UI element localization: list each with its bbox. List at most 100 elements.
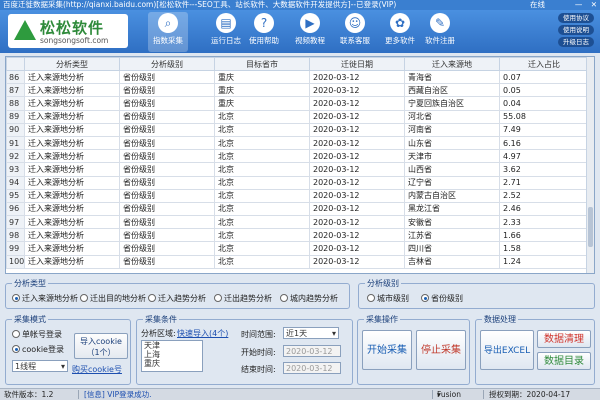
radio-option[interactable]: 迁入趋势分析 — [148, 293, 206, 304]
row-number: 86 — [6, 69, 25, 85]
instructions-button[interactable]: 使用说明 — [558, 25, 594, 35]
table-cell: 四川省 — [404, 241, 500, 256]
table-cell: 省份级别 — [119, 228, 215, 243]
radio-option[interactable]: 迁出趋势分析 — [214, 293, 272, 304]
table-row[interactable]: 88 迁入来源地分析 省份级别 重庆 2020-03-12 宁夏回族自治区 0.04 — [6, 96, 589, 111]
toolbar-button[interactable]: ▶ 视频教程 — [290, 12, 330, 52]
column-header[interactable]: 目标省市 — [214, 57, 310, 71]
table-cell: 2020-03-12 — [309, 135, 405, 151]
column-header[interactable]: 分析级别 — [119, 57, 215, 71]
table-cell: 省份级别 — [119, 135, 215, 151]
window-titlebar: 百度迁徙数据采集(http://qianxi.baidu.com)[松松软件--… — [0, 0, 600, 10]
data-clean-button[interactable]: 数据清理 — [537, 330, 591, 348]
table-cell: 1.58 — [499, 241, 589, 256]
time-range-value: 近1天 — [286, 329, 308, 338]
table-cell: 迁入来源地分析 — [24, 96, 120, 111]
vertical-scrollbar[interactable] — [586, 57, 594, 273]
toolbar-button[interactable]: ✿ 更多软件 — [380, 12, 420, 52]
start-time-field[interactable]: 2020-03-12 — [283, 345, 341, 357]
toolbar-button[interactable]: ? 使用帮助 — [244, 12, 284, 52]
list-item[interactable]: 天津 — [144, 341, 202, 350]
radio-option[interactable]: 省份级别 — [421, 293, 463, 304]
table-row[interactable]: 91 迁入来源地分析 省份级别 北京 2020-03-12 山东省 6.16 — [6, 135, 589, 151]
import-cookie-button[interactable]: 导入cookie（1个） — [74, 333, 128, 359]
changelog-button[interactable]: 升级日志 — [558, 37, 594, 47]
start-time-value: 2020-03-12 — [286, 347, 333, 356]
table-row[interactable]: 96 迁入来源地分析 省份级别 北京 2020-03-12 黑龙江省 2.46 — [6, 201, 589, 217]
table-row[interactable]: 89 迁入来源地分析 省份级别 北京 2020-03-12 河北省 55.08 — [6, 109, 589, 124]
table-row[interactable]: 86 迁入来源地分析 省份级别 重庆 2020-03-12 青海省 0.07 — [6, 69, 589, 85]
table-row[interactable]: 100 迁入来源地分析 省份级别 北京 2020-03-12 吉林省 1.24 — [6, 254, 589, 269]
table-cell: 西藏自治区 — [404, 83, 500, 98]
table-cell: 2020-03-12 — [309, 215, 405, 230]
minimize-button[interactable]: — — [575, 0, 583, 9]
table-cell: 迁入来源地分析 — [24, 83, 120, 98]
radio-option[interactable]: 迁入来源地分析 — [12, 293, 78, 304]
table-row[interactable]: 92 迁入来源地分析 省份级别 北京 2020-03-12 天津市 4.97 — [6, 149, 589, 164]
table-cell: 7.49 — [499, 122, 589, 137]
quick-import-link[interactable]: 快速导入(4个) — [177, 328, 228, 339]
radio-dot — [80, 294, 88, 302]
list-item[interactable]: 重庆 — [144, 359, 202, 368]
agreement-button[interactable]: 使用协议 — [558, 13, 594, 23]
table-cell: 迁入来源地分析 — [24, 188, 120, 203]
table-row[interactable]: 99 迁入来源地分析 省份级别 北京 2020-03-12 四川省 1.58 — [6, 241, 589, 256]
table-row[interactable]: 87 迁入来源地分析 省份级别 重庆 2020-03-12 西藏自治区 0.05 — [6, 83, 589, 98]
column-header[interactable]: 迁入来源地 — [404, 57, 500, 71]
logo-name: 松松软件 — [40, 19, 105, 37]
scrollbar-thumb[interactable] — [588, 207, 593, 247]
stop-collect-button[interactable]: 停止采集 — [416, 330, 466, 370]
export-excel-button[interactable]: 导出EXCEL — [480, 330, 534, 370]
radio-option[interactable]: 城内趋势分析 — [280, 293, 338, 304]
table-cell: 2020-03-12 — [309, 83, 405, 98]
time-range-select[interactable]: 近1天 ▾ — [283, 327, 339, 339]
single-account-radio[interactable]: 单帐号登录 — [12, 329, 62, 340]
toolbar-button[interactable]: ☺ 联系客服 — [335, 12, 375, 52]
table-cell: 迁入来源地分析 — [24, 149, 120, 164]
table-row[interactable]: 97 迁入来源地分析 省份级别 北京 2020-03-12 安徽省 2.33 — [6, 215, 589, 230]
table-cell: 北京 — [214, 175, 310, 190]
start-collect-button[interactable]: 开始采集 — [362, 330, 412, 370]
buy-cookie-link[interactable]: 购买cookie号 — [72, 364, 122, 375]
table-cell: 省份级别 — [119, 122, 215, 137]
cookie-login-radio[interactable]: cookie登录 — [12, 344, 64, 355]
results-table-container: 分析类型 分析级别 目标省市 迁徙日期 迁入来源地 迁入占比 86 迁入来源地分析… — [5, 56, 595, 274]
table-header-row: 分析类型 分析级别 目标省市 迁徙日期 迁入来源地 迁入占比 — [6, 57, 589, 71]
window-title: 百度迁徙数据采集(http://qianxi.baidu.com)[松松软件--… — [3, 0, 397, 9]
toolbar-button[interactable]: ✎ 软件注册 — [420, 12, 460, 52]
analysis-type-group: 分析类型 迁入来源地分析 迁出目的地分析 迁入趋势分析 迁出趋势分析 城内趋势分析 — [5, 278, 350, 309]
radio-dot — [214, 294, 222, 302]
table-row[interactable]: 93 迁入来源地分析 省份级别 北京 2020-03-12 山西省 3.62 — [6, 162, 589, 177]
table-row[interactable]: 95 迁入来源地分析 省份级别 北京 2020-03-12 内蒙古自治区 2.52 — [6, 188, 589, 203]
table-cell: 江苏省 — [404, 228, 500, 243]
column-header[interactable]: 分析类型 — [24, 57, 120, 71]
close-button[interactable]: ✕ — [591, 0, 597, 9]
radio-option[interactable]: 城市级别 — [367, 293, 409, 304]
table-cell: 北京 — [214, 228, 310, 243]
toolbar-button[interactable]: ⌕ 指数采集 — [148, 12, 188, 52]
toolbar-button[interactable]: ▤ 运行日志 — [206, 12, 246, 52]
radio-option[interactable]: 迁出目的地分析 — [80, 293, 146, 304]
operations-group: 采集操作 开始采集 停止采集 — [357, 314, 470, 385]
column-header[interactable]: 迁入占比 — [499, 57, 589, 71]
table-row[interactable]: 98 迁入来源地分析 省份级别 北京 2020-03-12 江苏省 1.66 — [6, 228, 589, 243]
radio-dot — [12, 294, 20, 302]
table-row[interactable]: 90 迁入来源地分析 省份级别 北京 2020-03-12 河南省 7.49 — [6, 122, 589, 137]
table-cell: 2.33 — [499, 215, 589, 230]
thread-select[interactable]: 1线程 ▾ — [12, 360, 68, 372]
radio-dot — [12, 345, 20, 353]
column-header[interactable]: 迁徙日期 — [309, 57, 405, 71]
table-row[interactable]: 94 迁入来源地分析 省份级别 北京 2020-03-12 辽宁省 2.71 — [6, 175, 589, 190]
data-directory-button[interactable]: 数据目录 — [537, 352, 591, 370]
end-time-field[interactable]: 2020-03-12 — [283, 362, 341, 374]
app-logo: 松松软件 songsongsoft.com — [8, 14, 128, 48]
table-cell: 省份级别 — [119, 149, 215, 164]
analysis-type-label: 分析类型 — [12, 278, 48, 289]
list-item[interactable]: 上海 — [144, 350, 202, 359]
region-list[interactable]: 天津 上海 重庆 — [141, 340, 203, 372]
thread-value: 1线程 — [15, 362, 37, 371]
radio-dot — [148, 294, 156, 302]
apps-icon: ✿ — [390, 13, 410, 33]
data-processing-group: 数据处理 导出EXCEL 数据清理 数据目录 — [475, 314, 595, 385]
table-cell: 2.46 — [499, 201, 589, 217]
